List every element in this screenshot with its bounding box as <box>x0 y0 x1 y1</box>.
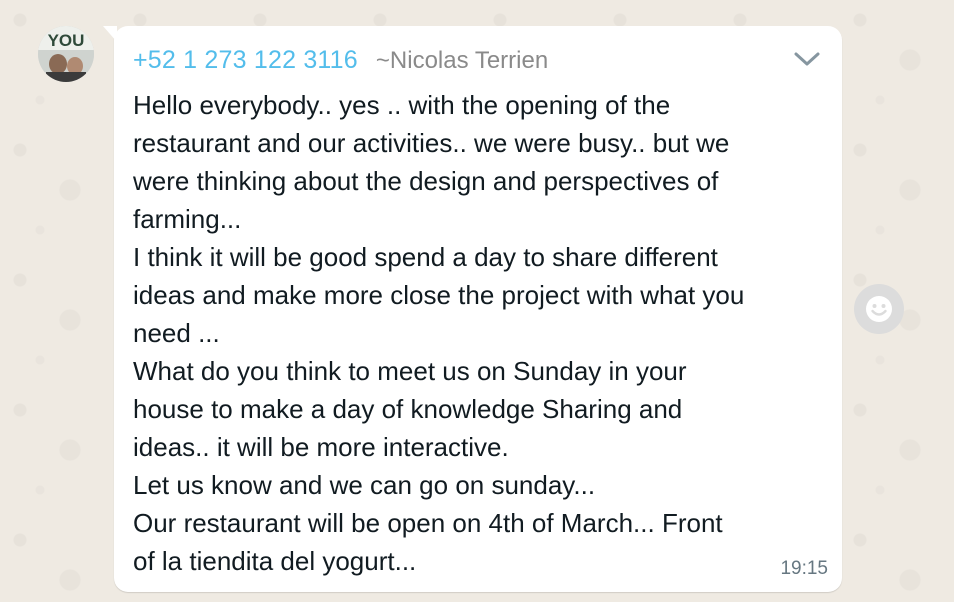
avatar-image: YOU <box>38 26 94 82</box>
message-line: What do you think to meet us on Sunday i… <box>133 356 687 386</box>
sender-phone[interactable]: +52 1 273 122 3116 <box>133 46 358 75</box>
message-line: farming... <box>133 204 242 234</box>
message-line: ideas.. it will be more interactive. <box>133 432 509 462</box>
message-line: house to make a day of knowledge Sharing… <box>133 394 683 424</box>
message-text: Hello everybody.. yes .. with the openin… <box>133 86 833 580</box>
message-line: Our restaurant will be open on 4th of Ma… <box>133 508 723 538</box>
message-line: were thinking about the design and persp… <box>133 166 719 196</box>
message-line: I think it will be good spend a day to s… <box>133 242 718 272</box>
message-line: restaurant and our activities.. we were … <box>133 128 730 158</box>
emoji-smile-icon[interactable] <box>854 284 904 334</box>
avatar-text: YOU <box>48 31 85 50</box>
bubble-tail <box>103 26 117 42</box>
message-line: Hello everybody.. yes .. with the openin… <box>133 90 671 120</box>
message-line: of la tiendita del yogurt... <box>133 546 417 576</box>
sender-name: ~Nicolas Terrien <box>375 47 549 74</box>
message-time: 19:15 <box>780 558 828 579</box>
message-line: Let us know and we can go on sunday... <box>133 470 596 500</box>
message-line: ideas and make more close the project wi… <box>133 280 745 310</box>
chevron-down-icon[interactable] <box>792 48 822 70</box>
message-bubble[interactable]: +52 1 273 122 3116 ~Nicolas Terrien Hell… <box>103 26 842 592</box>
message-line: need ... <box>133 318 220 348</box>
sender-avatar[interactable]: YOU <box>38 26 94 82</box>
message-header: +52 1 273 122 3116 ~Nicolas Terrien <box>133 46 548 75</box>
